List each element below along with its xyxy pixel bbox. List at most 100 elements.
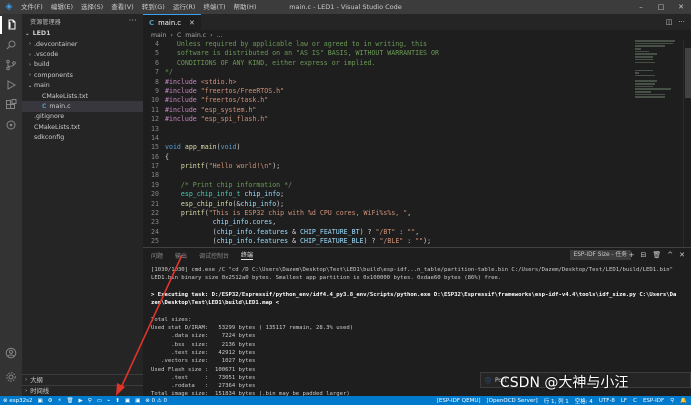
- minimize-button[interactable]: –: [631, 0, 651, 14]
- terminal-selector[interactable]: ESP-IDF Size - 任务: [569, 250, 631, 260]
- panel-tab[interactable]: 问题: [151, 251, 163, 260]
- source-control-icon[interactable]: [0, 56, 22, 74]
- status-item[interactable]: ▣: [125, 398, 130, 404]
- status-item[interactable]: 行 1, 列 1: [544, 397, 569, 405]
- close-window-button[interactable]: ✕: [671, 0, 691, 14]
- status-item[interactable]: 🔔: [680, 398, 687, 404]
- status-item[interactable]: UTF-8: [599, 398, 615, 404]
- minimap-line: [635, 91, 651, 93]
- tree-item[interactable]: › .devcontainer: [22, 39, 143, 49]
- tab-main-c[interactable]: C main.c ✕: [143, 14, 201, 30]
- tree-item[interactable]: CMakeLists.txt: [22, 122, 143, 132]
- outline-section[interactable]: › 大纲: [22, 374, 143, 384]
- extensions-icon[interactable]: [0, 96, 22, 114]
- status-item[interactable]: C: [633, 398, 637, 404]
- search-icon[interactable]: [0, 36, 22, 54]
- menu-item[interactable]: 终端(T): [199, 0, 229, 14]
- tree-item[interactable]: CMakeLists.txt: [22, 91, 143, 101]
- status-item[interactable]: LF: [621, 398, 627, 404]
- tree-item[interactable]: › build: [22, 60, 143, 70]
- breadcrumb-item[interactable]: main.c: [185, 32, 206, 39]
- tree-item[interactable]: › .vscode: [22, 49, 143, 59]
- terminal-action-icon[interactable]: ⊟: [640, 250, 646, 260]
- account-icon[interactable]: [0, 344, 22, 362]
- status-item[interactable]: ⊗ 0 ⚠ 0: [145, 398, 167, 404]
- scrollbar-thumb[interactable]: [685, 48, 691, 98]
- close-tab-icon[interactable]: ✕: [189, 19, 195, 27]
- status-item[interactable]: ⚲: [88, 398, 92, 404]
- tree-item[interactable]: sdkconfig: [22, 133, 143, 143]
- breadcrumb-item[interactable]: C: [177, 32, 181, 39]
- status-item[interactable]: [ESP-IDF QEMU]: [437, 398, 481, 404]
- menu-item[interactable]: 查看(V): [107, 0, 138, 14]
- tree-item[interactable]: Cmain.c: [22, 101, 143, 112]
- maximize-button[interactable]: □: [651, 0, 671, 14]
- status-item[interactable]: ▶: [78, 398, 82, 404]
- code-line: 12 #include "esp_spi_flash.h": [143, 115, 691, 124]
- menu-item[interactable]: 选择(S): [77, 0, 107, 14]
- terminal-action-icon[interactable]: 🗑: [652, 250, 661, 260]
- split-editor-icon[interactable]: ◫: [666, 18, 673, 26]
- tree-item[interactable]: ⌄ main: [22, 81, 143, 91]
- tree-item-label: .vscode: [34, 51, 59, 59]
- workspace-root[interactable]: ⌄ LED1: [22, 28, 143, 39]
- status-item[interactable]: ⚡: [58, 398, 62, 404]
- esp-idf-icon[interactable]: [0, 116, 22, 134]
- chevron-right-icon: ›: [25, 387, 28, 394]
- status-item[interactable]: ▣: [37, 398, 42, 404]
- chevron-icon: ⌄: [27, 82, 33, 89]
- tree-item[interactable]: .gitignore: [22, 112, 143, 122]
- code-line: 16 {: [143, 153, 691, 162]
- run-debug-icon[interactable]: [0, 76, 22, 94]
- panel-tab[interactable]: 输出: [175, 251, 187, 260]
- breadcrumb-item[interactable]: ›: [170, 32, 172, 39]
- menu-item[interactable]: 运行(R): [169, 0, 200, 14]
- terminal-action-icon[interactable]: +: [629, 250, 635, 260]
- panel-tab[interactable]: 调试控制台: [199, 251, 229, 260]
- more-actions-icon[interactable]: ···: [678, 18, 685, 26]
- menu-item[interactable]: 帮助(H): [229, 0, 260, 14]
- code-text: /* Print chip information */: [180, 180, 293, 189]
- menu-item[interactable]: 转到(G): [138, 0, 169, 14]
- terminal-action-icon[interactable]: ✕: [679, 250, 685, 260]
- status-item[interactable]: [OpenOCD Server]: [487, 398, 538, 404]
- minimap-line: [635, 83, 655, 85]
- status-item[interactable]: ⊗ esp32s2: [3, 398, 32, 404]
- breadcrumb-item[interactable]: ›: [210, 32, 212, 39]
- breadcrumb-item[interactable]: main: [151, 32, 166, 39]
- terminal-action-icon[interactable]: ^: [667, 250, 673, 260]
- explorer-icon[interactable]: [0, 16, 22, 34]
- more-actions-icon[interactable]: ···: [129, 14, 137, 28]
- menu-item[interactable]: 编辑(E): [47, 0, 77, 14]
- status-item[interactable]: 🗑: [66, 398, 73, 404]
- status-item[interactable]: ▣: [135, 398, 140, 404]
- menu-item[interactable]: 文件(F): [17, 0, 47, 14]
- timeline-section[interactable]: › 时间线: [22, 385, 143, 395]
- explorer-header: 资源管理器 ···: [22, 14, 143, 28]
- status-item[interactable]: ⬆: [115, 398, 120, 404]
- code-text: printf("This is ESP32 chip with %d CPU c…: [180, 209, 412, 218]
- status-item[interactable]: ESP-IDF: [643, 398, 664, 404]
- minimap-line: [635, 72, 639, 74]
- terminal-line: > Executing task: D:/ESP32/Espressif/pyt…: [151, 291, 677, 298]
- tree-item[interactable]: › components: [22, 70, 143, 80]
- status-item[interactable]: ⚙: [48, 398, 53, 404]
- code-view[interactable]: 4 Unless required by applicable law or a…: [143, 40, 691, 247]
- code-line: 11 #include "esp_system.h": [143, 106, 691, 115]
- status-item[interactable]: 空格: 4: [575, 397, 593, 405]
- line-number: 24: [151, 227, 159, 236]
- status-item[interactable]: ⚲: [670, 398, 674, 404]
- editor-scrollbar[interactable]: [683, 40, 691, 247]
- breadcrumb-item[interactable]: ...: [217, 32, 223, 39]
- code-line: 19 /* Print chip information */: [143, 181, 691, 190]
- settings-gear-icon[interactable]: [0, 368, 22, 386]
- line-number: 22: [151, 209, 159, 218]
- status-item[interactable]: ▭: [97, 398, 102, 404]
- minimap[interactable]: [635, 40, 683, 100]
- code-line: 5 software is distributed on an "AS IS" …: [143, 49, 691, 58]
- status-item[interactable]: ⌁: [107, 398, 110, 404]
- line-number: 19: [151, 180, 159, 189]
- line-number: 9: [155, 86, 159, 95]
- chevron-down-icon: ⌄: [25, 30, 30, 37]
- panel-tab[interactable]: 终端: [241, 250, 254, 260]
